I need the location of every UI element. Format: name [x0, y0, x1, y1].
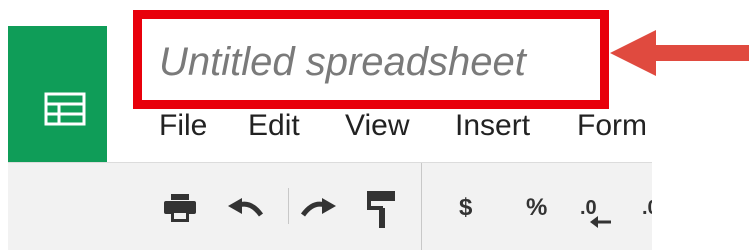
- toolbar-separator: [288, 188, 289, 224]
- menu-insert[interactable]: Insert: [455, 105, 530, 147]
- app-logo[interactable]: [8, 26, 107, 163]
- toolbar-separator: [421, 163, 422, 250]
- menu-bar: File Edit View Insert Form: [157, 105, 652, 147]
- percent-format-button[interactable]: %: [526, 193, 547, 223]
- menu-edit[interactable]: Edit: [248, 105, 300, 147]
- menu-file[interactable]: File: [159, 105, 207, 147]
- increase-decimal-button[interactable]: .0: [642, 193, 652, 233]
- menu-format[interactable]: Form: [577, 105, 647, 147]
- currency-format-button[interactable]: $: [459, 193, 472, 223]
- paint-format-icon[interactable]: [365, 190, 399, 230]
- print-icon[interactable]: [163, 193, 197, 223]
- highlight-box: [133, 10, 609, 109]
- redo-icon[interactable]: [300, 197, 338, 221]
- sheets-grid-icon: [44, 92, 86, 126]
- left-arrow-icon: [610, 30, 749, 76]
- toolbar: $ % .0 .0: [8, 162, 652, 250]
- menu-view[interactable]: View: [345, 105, 409, 147]
- increase-decimal-label: .0: [642, 197, 652, 219]
- decrease-decimal-button[interactable]: .0: [580, 193, 614, 233]
- arrow-left-icon: [590, 216, 611, 228]
- undo-icon[interactable]: [226, 197, 264, 221]
